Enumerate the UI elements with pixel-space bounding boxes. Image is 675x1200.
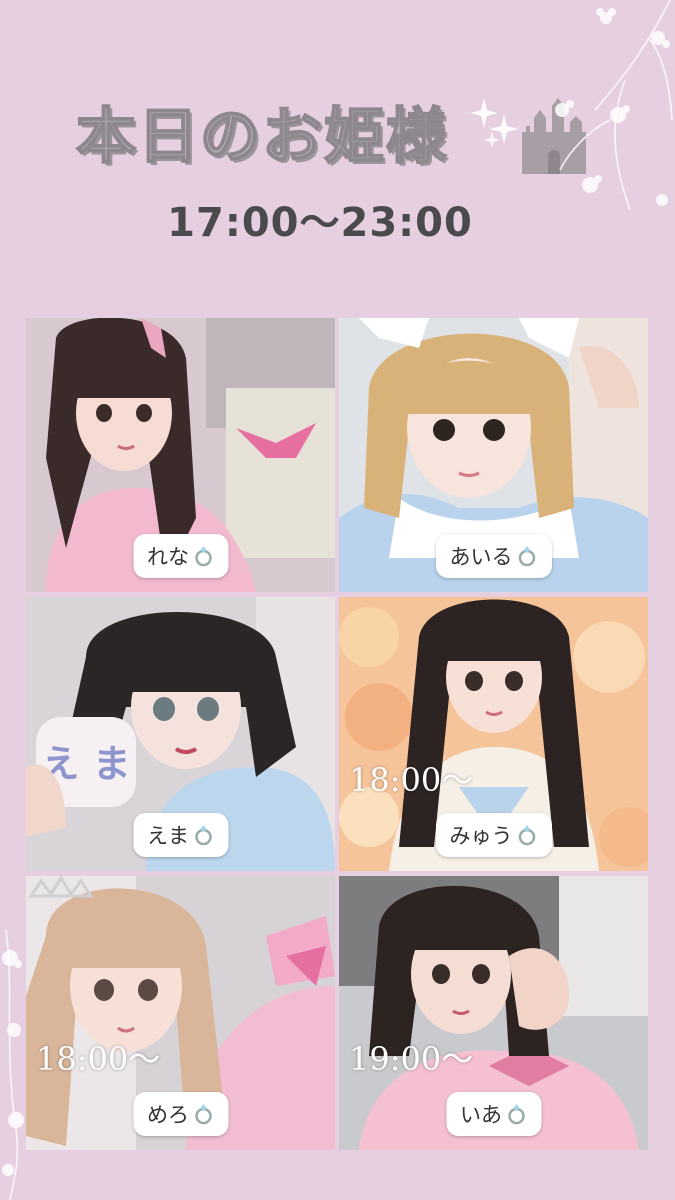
ring-icon [194,1104,212,1125]
cast-name-badge: めろ [133,1092,228,1136]
cast-name-badge: れな [133,534,228,578]
cast-name-badge: いあ [446,1092,541,1136]
ring-icon [194,546,212,567]
cast-card[interactable]: 18:00〜 みゅう [339,597,648,871]
cast-name: えま [147,824,189,848]
cast-card[interactable]: 18:00〜 めろ [26,876,335,1150]
ring-icon [518,825,535,846]
cast-name: みゅう [449,824,513,848]
cast-card[interactable]: れな [26,318,335,592]
cast-name: いあ [460,1103,502,1127]
page-title: 本日のお姫様 [75,101,448,173]
business-hours: 17:00〜23:00 [167,200,473,246]
start-time-label: 19:00〜 [349,1040,474,1078]
cast-name-badge: みゅう [435,813,552,857]
cast-name: めろ [147,1103,189,1127]
cast-name: あいる [449,545,513,569]
cast-card[interactable]: え ま えま [26,597,335,871]
ring-icon [518,546,535,567]
cast-card[interactable]: 19:00〜 いあ [339,876,648,1150]
cast-name-badge: あいる [435,534,552,578]
ring-icon [507,1104,525,1125]
start-time-label: 18:00〜 [349,761,474,799]
floral-decoration-icon [555,0,673,211]
cast-name: れな [147,545,189,569]
cast-photo-grid: れな あいる え ま えま 18:00〜 みゅう 18:00〜 めろ 19:00… [26,318,648,1150]
cast-name-badge: えま [133,813,228,857]
ring-icon [194,825,212,846]
cast-card[interactable]: あいる [339,318,648,592]
start-time-label: 18:00〜 [36,1040,161,1078]
sparkle-icon [470,98,519,148]
